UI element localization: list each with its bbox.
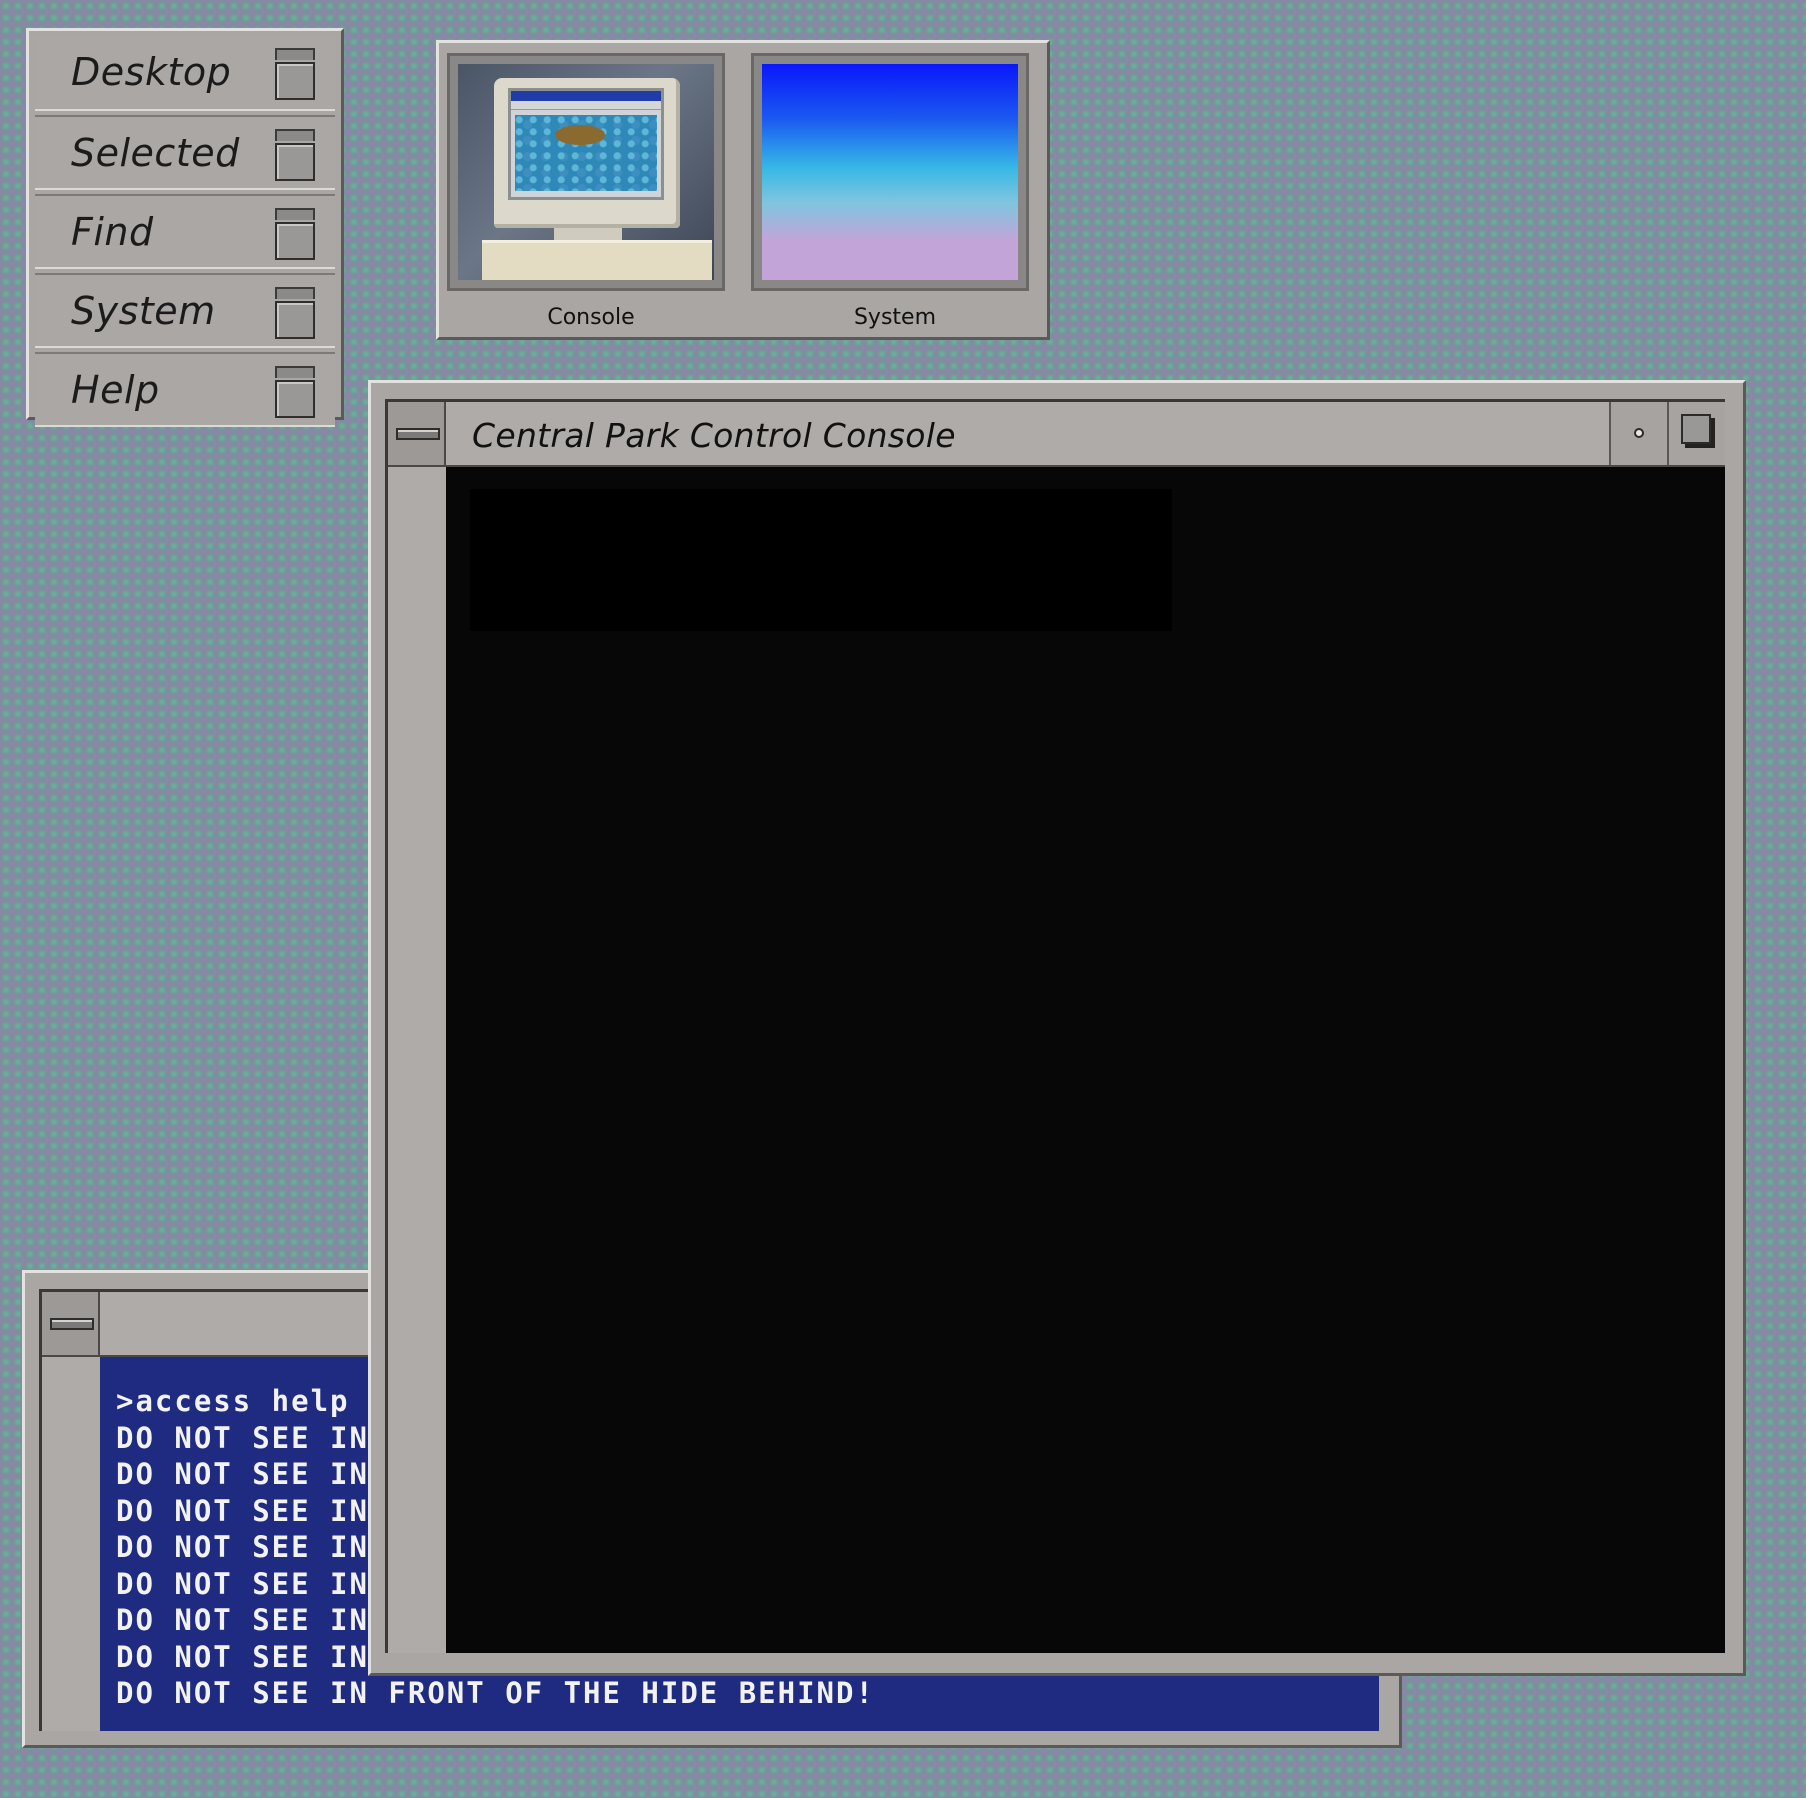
menu-item-label: Help	[71, 368, 160, 412]
menu-item-desktop[interactable]: Desktop	[35, 36, 335, 111]
drawer-handle-icon	[275, 48, 315, 100]
menu-item-find[interactable]: Find	[35, 194, 335, 269]
app-launcher: Console System	[436, 40, 1050, 340]
window-menu-button[interactable]	[388, 402, 446, 465]
menu-item-system[interactable]: System	[35, 273, 335, 348]
console-label: Console	[547, 305, 635, 330]
drawer-handle-icon	[275, 129, 315, 181]
window-menu-icon	[396, 428, 440, 440]
computer-icon	[458, 64, 714, 280]
console-left-rail	[388, 467, 446, 1653]
maximize-icon	[1681, 414, 1711, 444]
window-title: Central Park Control Console	[472, 416, 956, 455]
console-thumbnail	[447, 53, 725, 291]
system-launcher[interactable]: System	[743, 43, 1047, 343]
drawer-handle-icon	[275, 287, 315, 339]
drawer-handle-icon	[275, 208, 315, 260]
main-menu: Desktop Selected Find System Help	[26, 28, 344, 427]
menu-item-label: Selected	[71, 131, 240, 175]
minimize-icon	[1634, 428, 1644, 438]
console-titlebar[interactable]: Central Park Control Console	[388, 402, 1725, 467]
menu-item-help[interactable]: Help	[35, 352, 335, 427]
system-thumbnail	[751, 53, 1029, 291]
window-menu-button[interactable]	[42, 1292, 100, 1355]
window-menu-icon	[50, 1318, 94, 1330]
menu-item-selected[interactable]: Selected	[35, 115, 335, 190]
minimize-button[interactable]	[1609, 402, 1667, 465]
terminal-output-line: DO NOT SEE IN FRONT OF THE HIDE BEHIND!	[116, 1676, 875, 1710]
drawer-handle-icon	[275, 366, 315, 418]
maximize-button[interactable]	[1667, 402, 1725, 465]
console-command-input[interactable]	[470, 489, 1172, 631]
menu-item-label: Desktop	[71, 50, 232, 94]
gradient-icon	[762, 64, 1018, 280]
console-screen[interactable]	[446, 467, 1725, 1653]
console-window: Central Park Control Console	[368, 380, 1746, 1676]
console-launcher[interactable]: Console	[439, 43, 743, 343]
menu-item-label: System	[71, 289, 216, 333]
help-left-rail	[42, 1357, 100, 1731]
menu-item-label: Find	[71, 210, 154, 254]
system-label: System	[853, 305, 937, 330]
